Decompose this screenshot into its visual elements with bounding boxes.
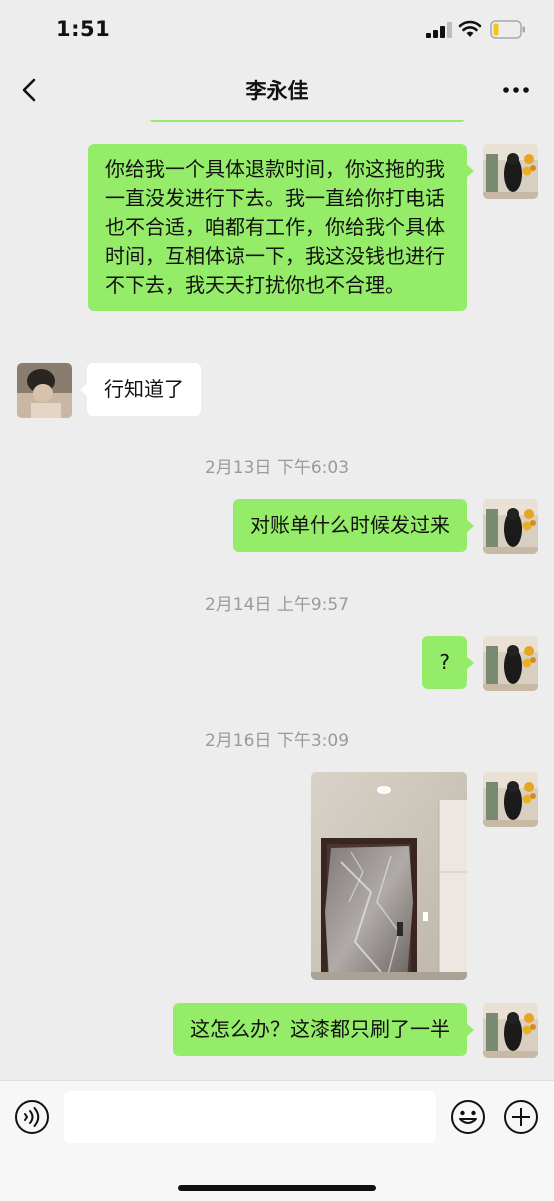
my-avatar[interactable]	[483, 1003, 538, 1058]
message-text: 你给我一个具体退款时间，你这拖的我一直没发进行下去。我一直给你打电话也不合适，咱…	[105, 157, 445, 297]
battery-icon	[490, 20, 525, 39]
timestamp: 2月16日 下午3:09	[204, 731, 350, 751]
my-avatar[interactable]	[483, 499, 538, 554]
timestamp: 2月13日 下午6:03	[204, 458, 350, 478]
message-bubble-sent[interactable]: 这怎么办？这漆都只刷了一半	[173, 1003, 474, 1056]
chat-header: 李永佳	[0, 58, 554, 120]
my-avatar[interactable]	[483, 144, 538, 199]
message-bubble-partial[interactable]	[148, 120, 466, 122]
my-avatar[interactable]	[483, 772, 538, 827]
add-button[interactable]	[503, 1099, 539, 1135]
door-photo	[311, 772, 467, 980]
emoji-icon	[451, 1100, 485, 1134]
message-text: 这怎么办？这漆都只刷了一半	[190, 1017, 450, 1041]
more-dots-icon	[503, 87, 529, 93]
voice-icon	[15, 1100, 49, 1134]
my-avatar[interactable]	[483, 636, 538, 691]
plus-icon	[504, 1100, 538, 1134]
timestamp: 2月14日 上午9:57	[204, 595, 350, 615]
emoji-button[interactable]	[450, 1099, 486, 1135]
status-time: 1:51	[56, 17, 111, 41]
wifi-icon	[458, 20, 482, 37]
message-input[interactable]	[64, 1091, 436, 1143]
message-text: 对账单什么时候发过来	[250, 513, 450, 537]
more-button[interactable]	[498, 72, 534, 108]
message-list[interactable]: 你给我一个具体退款时间，你这拖的我一直没发进行下去。我一直给你打电话也不合适，咱…	[0, 120, 554, 1080]
contact-avatar[interactable]	[17, 363, 72, 418]
signal-icon	[426, 22, 452, 38]
voice-button[interactable]	[14, 1099, 50, 1135]
message-text: ?	[439, 650, 450, 674]
message-bubble-sent[interactable]: ?	[422, 636, 474, 689]
home-indicator	[178, 1185, 376, 1191]
message-bubble-received[interactable]: 行知道了	[80, 363, 201, 416]
chat-title: 李永佳	[245, 79, 309, 103]
message-input-bar	[0, 1080, 554, 1201]
message-bubble-sent[interactable]: 对账单什么时候发过来	[233, 499, 474, 552]
message-bubble-sent[interactable]: 你给我一个具体退款时间，你这拖的我一直没发进行下去。我一直给你打电话也不合适，咱…	[88, 144, 474, 311]
message-text: 行知道了	[104, 377, 184, 401]
image-message[interactable]	[311, 772, 467, 980]
status-bar: 1:51	[0, 0, 554, 58]
